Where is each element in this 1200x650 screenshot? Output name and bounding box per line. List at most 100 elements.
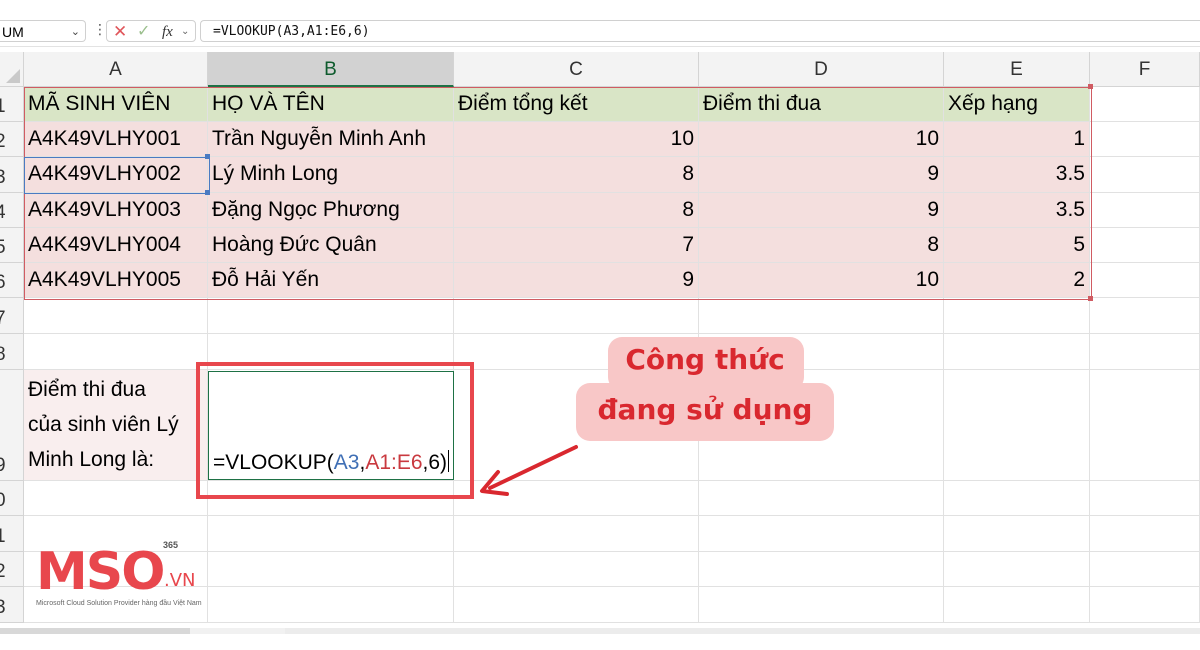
row-header-12[interactable]: 2 xyxy=(0,552,24,587)
grid-cell[interactable] xyxy=(944,334,1090,370)
table-cell[interactable]: 8 xyxy=(454,157,699,193)
table-cell[interactable]: 10 xyxy=(699,122,944,157)
formula-input[interactable]: =VLOOKUP(A3,A1:E6,6) xyxy=(200,20,1200,42)
insert-function-icon[interactable]: fx xyxy=(162,21,173,43)
table-cell[interactable]: 8 xyxy=(454,193,699,228)
scrollbar-track-left[interactable] xyxy=(0,628,190,634)
column-header-d[interactable]: D xyxy=(699,52,944,87)
row-header-6[interactable]: 6 xyxy=(0,263,24,298)
grid-cell[interactable] xyxy=(944,481,1090,516)
table-cell[interactable]: Trần Nguyễn Minh Anh xyxy=(208,122,454,157)
grid-cell[interactable] xyxy=(699,481,944,516)
table-cell[interactable]: 9 xyxy=(454,263,699,298)
more-options-icon[interactable]: ⋮ xyxy=(93,21,107,38)
grid-cell[interactable] xyxy=(1090,516,1200,552)
grid-cell[interactable] xyxy=(944,370,1090,481)
row-header-7[interactable]: 7 xyxy=(0,298,24,334)
row-header-8[interactable]: 8 xyxy=(0,334,24,370)
grid-cell[interactable] xyxy=(1090,193,1200,228)
table-cell[interactable]: 10 xyxy=(454,122,699,157)
grid-cell[interactable] xyxy=(944,298,1090,334)
table-cell[interactable]: 7 xyxy=(454,228,699,263)
table-cell[interactable]: 9 xyxy=(699,157,944,193)
row-header-4[interactable]: 4 xyxy=(0,193,24,228)
cell-reference-handle[interactable] xyxy=(205,154,210,159)
table-cell[interactable]: Đỗ Hải Yến xyxy=(208,263,454,298)
row-header-10[interactable]: 0 xyxy=(0,481,24,516)
grid-cell[interactable] xyxy=(699,298,944,334)
grid-cell[interactable] xyxy=(1090,263,1200,298)
grid-cell[interactable] xyxy=(1090,122,1200,157)
table-cell[interactable]: 3.5 xyxy=(944,193,1090,228)
table-cell[interactable]: Lý Minh Long xyxy=(208,157,454,193)
chevron-down-icon[interactable]: ⌄ xyxy=(71,21,80,43)
note-cell[interactable]: Điểm thi đua của sinh viên Lý Minh Long … xyxy=(24,370,208,481)
header-cell[interactable]: HỌ VÀ TÊN xyxy=(208,87,454,122)
row-header-13[interactable]: 3 xyxy=(0,587,24,623)
grid-cell[interactable] xyxy=(699,516,944,552)
table-cell[interactable]: A4K49VLHY002 xyxy=(24,157,208,193)
table-cell[interactable]: 10 xyxy=(699,263,944,298)
row-header-5[interactable]: 5 xyxy=(0,228,24,263)
header-cell[interactable]: Xếp hạng xyxy=(944,87,1090,122)
select-all-corner[interactable] xyxy=(0,52,24,87)
grid-cell[interactable] xyxy=(24,334,208,370)
column-header-b[interactable]: B xyxy=(208,52,454,87)
grid-cell[interactable] xyxy=(699,552,944,587)
table-cell[interactable]: Đặng Ngọc Phương xyxy=(208,193,454,228)
grid-cell[interactable] xyxy=(1090,587,1200,623)
grid-cell[interactable] xyxy=(454,587,699,623)
name-box[interactable]: UM ⌄ xyxy=(0,20,86,42)
range-handle[interactable] xyxy=(1088,296,1093,301)
table-cell[interactable]: 8 xyxy=(699,228,944,263)
header-cell[interactable]: Điểm tổng kết xyxy=(454,87,699,122)
grid-cell[interactable] xyxy=(1090,298,1200,334)
header-cell[interactable]: MÃ SINH VIÊN xyxy=(24,87,208,122)
column-header-c[interactable]: C xyxy=(454,52,699,87)
range-handle[interactable] xyxy=(1088,84,1093,89)
grid-cell[interactable] xyxy=(944,587,1090,623)
grid-cell[interactable] xyxy=(944,516,1090,552)
grid-cell[interactable] xyxy=(208,587,454,623)
column-header-f[interactable]: F xyxy=(1090,52,1200,87)
table-cell[interactable]: 2 xyxy=(944,263,1090,298)
row-header-9[interactable]: 9 xyxy=(0,370,24,481)
grid-cell[interactable] xyxy=(24,481,208,516)
grid-cell[interactable] xyxy=(1090,87,1200,122)
column-header-e[interactable]: E xyxy=(944,52,1090,87)
row-header-3[interactable]: 3 xyxy=(0,157,24,193)
table-cell[interactable]: A4K49VLHY003 xyxy=(24,193,208,228)
check-icon[interactable]: ✓ xyxy=(137,21,150,43)
table-cell[interactable]: Hoàng Đức Quân xyxy=(208,228,454,263)
table-cell[interactable]: 3.5 xyxy=(944,157,1090,193)
table-cell[interactable]: 5 xyxy=(944,228,1090,263)
grid-cell[interactable] xyxy=(454,298,699,334)
grid-cell[interactable] xyxy=(1090,334,1200,370)
grid-cell[interactable] xyxy=(454,552,699,587)
grid-cell[interactable] xyxy=(1090,228,1200,263)
grid-cell[interactable] xyxy=(1090,370,1200,481)
grid-cell[interactable] xyxy=(24,298,208,334)
row-header-2[interactable]: 2 xyxy=(0,122,24,157)
scrollbar-thumb[interactable] xyxy=(285,628,1200,634)
grid-cell[interactable] xyxy=(208,516,454,552)
row-header-11[interactable]: 1 xyxy=(0,516,24,552)
row-header-1[interactable]: 1 xyxy=(0,87,24,122)
table-cell[interactable]: A4K49VLHY004 xyxy=(24,228,208,263)
header-cell[interactable]: Điểm thi đua xyxy=(699,87,944,122)
grid-cell[interactable] xyxy=(208,298,454,334)
column-header-a[interactable]: A xyxy=(24,52,208,87)
table-cell[interactable]: A4K49VLHY005 xyxy=(24,263,208,298)
grid-cell[interactable] xyxy=(944,552,1090,587)
grid-cell[interactable] xyxy=(699,587,944,623)
table-cell[interactable]: 1 xyxy=(944,122,1090,157)
table-cell[interactable]: 9 xyxy=(699,193,944,228)
cancel-icon[interactable]: ✕ xyxy=(113,21,127,43)
chevron-down-icon[interactable]: ⌄ xyxy=(181,21,189,43)
horizontal-scrollbar[interactable] xyxy=(0,628,1200,634)
table-cell[interactable]: A4K49VLHY001 xyxy=(24,122,208,157)
grid-cell[interactable] xyxy=(1090,552,1200,587)
grid-cell[interactable] xyxy=(1090,157,1200,193)
grid-cell[interactable] xyxy=(1090,481,1200,516)
grid-cell[interactable] xyxy=(454,516,699,552)
